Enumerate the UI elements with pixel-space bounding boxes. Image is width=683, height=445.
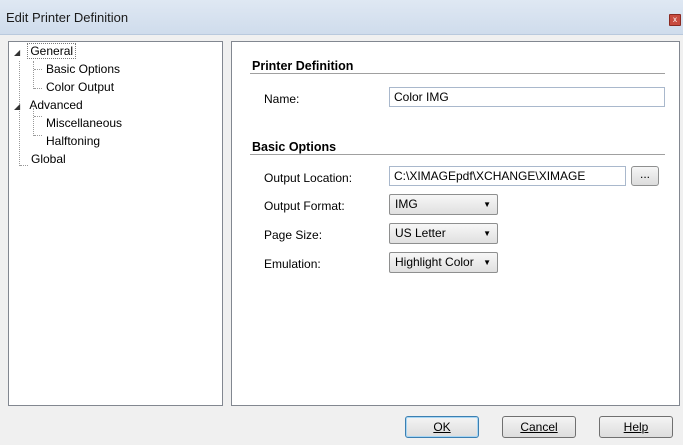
section-divider — [250, 73, 665, 74]
emulation-label: Emulation: — [264, 257, 321, 271]
chevron-down-icon: ▼ — [483, 229, 491, 238]
page-size-select[interactable]: US Letter ▼ — [389, 223, 498, 244]
tree-connector — [34, 116, 42, 117]
cancel-button-label: Cancel — [520, 420, 558, 434]
output-location-field[interactable]: C:\XIMAGEpdf\XCHANGE\XIMAGE — [389, 166, 626, 186]
tree-connector — [34, 69, 42, 70]
chevron-down-icon: ▼ — [483, 200, 491, 209]
name-label: Name: — [264, 92, 300, 106]
page-size-value: US Letter — [395, 226, 446, 240]
output-location-label: Output Location: — [264, 171, 353, 185]
browse-button[interactable]: ... — [631, 166, 659, 186]
tree-item-halftoning[interactable]: Halftoning — [44, 134, 102, 149]
section-divider — [250, 154, 665, 155]
tree-item-label: Halftoning — [46, 134, 101, 148]
expand-triangle-icon[interactable]: ◢ — [14, 99, 24, 114]
tree-item-label: Miscellaneous — [46, 116, 123, 130]
tree-item-advanced[interactable]: ◢ Advanced — [14, 98, 85, 113]
expand-triangle-icon[interactable]: ◢ — [14, 45, 24, 60]
tree-item-color-output[interactable]: Color Output — [44, 80, 116, 95]
options-tree: ◢ General Basic Options Color Output ◢ A… — [8, 41, 223, 406]
output-format-select[interactable]: IMG ▼ — [389, 194, 498, 215]
tree-item-label: Color Output — [46, 80, 115, 94]
close-icon[interactable]: x — [669, 14, 681, 26]
tree-item-general[interactable]: ◢ General — [14, 43, 77, 60]
basic-options-heading: Basic Options — [252, 140, 337, 154]
page-size-label: Page Size: — [264, 228, 323, 242]
tree-connector — [34, 88, 42, 89]
output-format-value: IMG — [395, 197, 418, 211]
ok-button-label: OK — [433, 420, 451, 434]
tree-item-global[interactable]: Global — [29, 152, 68, 167]
window-title: Edit Printer Definition — [6, 10, 129, 25]
help-button-label: Help — [623, 420, 649, 434]
tree-item-label: General — [27, 43, 77, 59]
dialog-body: ◢ General Basic Options Color Output ◢ A… — [0, 35, 683, 445]
cancel-button[interactable]: Cancel — [502, 416, 576, 438]
emulation-value: Highlight Color — [395, 255, 474, 269]
tree-item-basic-options[interactable]: Basic Options — [44, 62, 122, 77]
help-button[interactable]: Help — [599, 416, 673, 438]
chevron-down-icon: ▼ — [483, 258, 491, 267]
name-field[interactable]: Color IMG — [389, 87, 665, 107]
tree-item-miscellaneous[interactable]: Miscellaneous — [44, 116, 124, 131]
settings-panel: Printer Definition Name: Color IMG Basic… — [231, 41, 680, 406]
emulation-select[interactable]: Highlight Color ▼ — [389, 252, 498, 273]
tree-item-label: Advanced — [29, 98, 83, 112]
printer-definition-heading: Printer Definition — [252, 59, 354, 73]
ok-button[interactable]: OK — [405, 416, 479, 438]
tree-item-label: Global — [31, 152, 66, 166]
title-bar: Edit Printer Definition x — [0, 0, 683, 35]
tree-connector — [33, 61, 34, 89]
tree-item-label: Basic Options — [46, 62, 121, 76]
tree-connector — [20, 165, 28, 166]
tree-connector — [34, 135, 42, 136]
output-format-label: Output Format: — [264, 199, 345, 213]
